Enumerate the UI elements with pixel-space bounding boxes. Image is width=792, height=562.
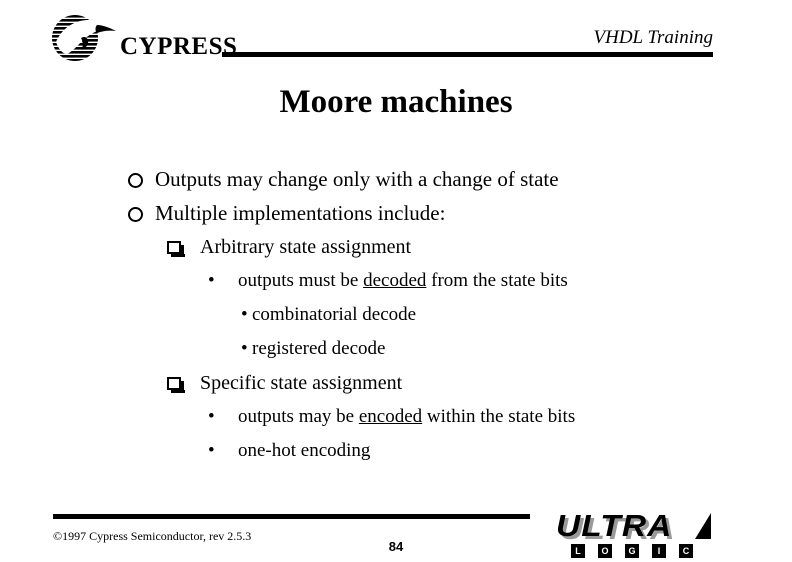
text-after: within the state bits (422, 406, 576, 427)
logic-letter-box: C (679, 544, 693, 558)
ultra-slash-shape (695, 513, 711, 539)
cypress-wordmark: CYPRESS (120, 33, 238, 60)
ultra-logic-logo: ULTRA L O G I C (556, 508, 722, 558)
slide-header: CYPRESS VHDL Training (0, 0, 792, 72)
header-divider (222, 52, 713, 57)
text-before: outputs must be (238, 270, 364, 291)
list-item: Outputs may change only with a change of… (0, 162, 792, 196)
bullet-list: Outputs may change only with a change of… (0, 162, 792, 468)
hollow-square-bullet-icon (167, 366, 200, 400)
shaded-circle-bullet-icon (128, 196, 155, 230)
shaded-circle-bullet-icon (128, 162, 155, 196)
list-item: Specific state assignment (0, 366, 792, 400)
list-item-label: outputs must be decoded from the state b… (238, 264, 568, 298)
cypress-globe-icon (52, 15, 118, 61)
text-before: outputs may be (238, 406, 359, 427)
emphasis-encoded: encoded (358, 406, 423, 427)
list-item: Arbitrary state assignment (0, 230, 792, 264)
list-item-label: one-hot encoding (238, 440, 371, 461)
list-item: • outputs must be decoded from the state … (0, 264, 792, 298)
list-item: • registered decode (0, 332, 792, 366)
logic-letter-boxes: L O G I C (571, 544, 693, 558)
round-bullet-icon: • (241, 338, 248, 359)
list-item-label: Outputs may change only with a change of… (155, 167, 559, 191)
logic-letter-box: O (598, 544, 612, 558)
logic-letter-box: G (625, 544, 639, 558)
emphasis-decoded: decoded (363, 270, 427, 291)
ultra-wordmark: ULTRA (556, 508, 673, 543)
list-item-label: Arbitrary state assignment (200, 236, 412, 258)
round-bullet-icon: • (208, 440, 215, 461)
list-item: Multiple implementations include: (0, 196, 792, 230)
text-after: from the state bits (426, 270, 568, 291)
list-item: • combinatorial decode (0, 298, 792, 332)
round-bullet-icon: • (208, 406, 215, 427)
list-item: • outputs may be encoded within the state… (0, 400, 792, 434)
logic-letter-box: I (652, 544, 666, 558)
footer-divider (53, 514, 530, 519)
list-item-label: combinatorial decode (252, 304, 417, 325)
list-item-label: Multiple implementations include: (155, 201, 446, 225)
list-item-label: registered decode (252, 338, 386, 359)
list-item-label: Specific state assignment (200, 372, 403, 394)
logic-letter-box: L (571, 544, 585, 558)
list-item: • one-hot encoding (0, 434, 792, 468)
hollow-square-bullet-icon (167, 230, 200, 264)
round-bullet-icon: • (241, 304, 248, 325)
cypress-logo: CYPRESS (50, 14, 237, 62)
round-bullet-icon: • (208, 270, 215, 291)
page-title: Moore machines (279, 84, 513, 120)
course-title: VHDL Training (593, 27, 714, 48)
list-item-label: outputs may be encoded within the state … (238, 400, 575, 434)
